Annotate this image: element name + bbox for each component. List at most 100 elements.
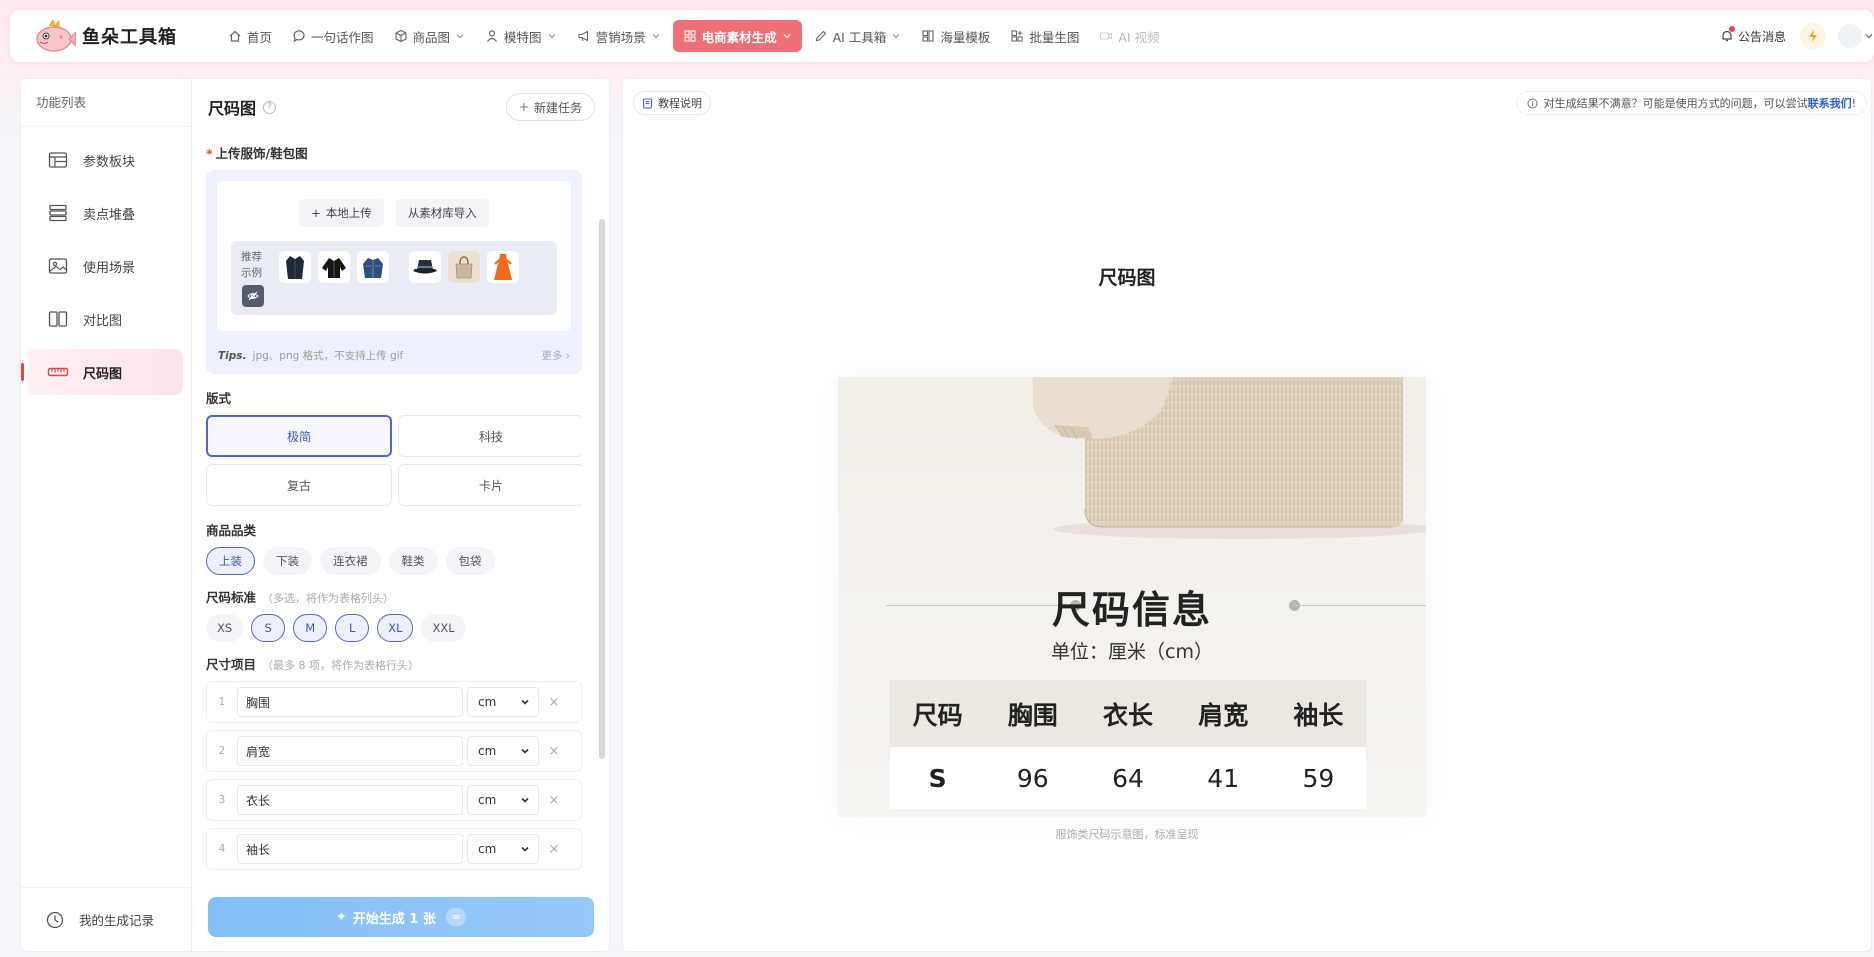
- chevron-down-icon[interactable]: [1864, 31, 1874, 41]
- sidebar-item-param-block[interactable]: 参数板块: [27, 137, 183, 183]
- feature-sidebar: 功能列表 参数板块 卖点堆叠 使用场景 对比图 尺码图 我的生成记录: [20, 78, 192, 952]
- style-options: 极简 科技 复古 卡片: [206, 415, 582, 506]
- dimension-index: 1: [218, 696, 226, 708]
- dimension-name-input[interactable]: 肩宽: [237, 736, 463, 766]
- ruler-icon: [47, 361, 69, 383]
- tutorial-label: 教程说明: [658, 97, 702, 110]
- upload-box[interactable]: + 本地上传 从素材库导入 推荐示例 Tips. jpg、png 格式，不支持上…: [206, 170, 582, 374]
- sidebar-item-size-chart[interactable]: 尺码图: [21, 349, 183, 395]
- image-icon: [47, 255, 69, 277]
- my-history-label: 我的生成记录: [79, 913, 155, 928]
- nav-ecommerce-material[interactable]: 电商素材生成: [672, 20, 802, 52]
- clock-icon: [45, 910, 65, 930]
- size-chip-m[interactable]: M: [293, 614, 328, 642]
- import-library-label: 从素材库导入: [407, 206, 477, 220]
- help-icon[interactable]: ?: [263, 100, 277, 114]
- category-chip-bags[interactable]: 包袋: [445, 547, 495, 575]
- nav-model-image[interactable]: 模特图: [477, 20, 565, 52]
- category-chip-tops[interactable]: 上装: [206, 547, 255, 575]
- category-chip-bottoms[interactable]: 下装: [263, 547, 312, 575]
- more-link[interactable]: 更多 ›: [541, 348, 570, 363]
- dimension-name-input[interactable]: 衣长: [237, 785, 463, 815]
- dimension-name-input[interactable]: 袖长: [237, 834, 463, 864]
- unit-select[interactable]: cm: [467, 736, 539, 766]
- style-option-retro[interactable]: 复古: [206, 464, 392, 506]
- nav-one-sentence[interactable]: 一句话作图: [284, 20, 382, 52]
- size-chip-xxl[interactable]: XXL: [421, 614, 466, 642]
- size-chip-l[interactable]: L: [335, 614, 370, 642]
- example-thumb-bag[interactable]: [448, 251, 480, 283]
- delete-icon[interactable]: ×: [539, 793, 569, 808]
- unit-select[interactable]: cm: [467, 687, 539, 717]
- tutorial-button[interactable]: 教程说明: [633, 91, 711, 115]
- style-option-tech[interactable]: 科技: [398, 415, 582, 457]
- new-task-button[interactable]: + 新建任务: [505, 93, 595, 121]
- nav-home[interactable]: 首页: [220, 20, 280, 52]
- table-header-cell: 衣长: [1103, 700, 1154, 730]
- size-chip-xs[interactable]: XS: [206, 614, 244, 642]
- chevron-down-icon: [520, 844, 530, 854]
- eye-off-icon: [247, 291, 259, 301]
- contact-us-link[interactable]: 联系我们: [1808, 95, 1852, 111]
- category-chip-shoes[interactable]: 鞋类: [388, 547, 438, 575]
- feedback-banner: 对生成结果不满意？可能是使用方式的问题，可以尝试 联系我们 !: [1515, 91, 1867, 115]
- sidebar-item-selling-points[interactable]: 卖点堆叠: [27, 190, 183, 236]
- example-thumb-jacket[interactable]: [318, 251, 350, 283]
- example-thumb-dress[interactable]: [487, 251, 519, 283]
- example-thumb-denim[interactable]: [357, 251, 389, 283]
- sidebar-item-compare[interactable]: 对比图: [27, 296, 183, 342]
- avatar[interactable]: [1838, 24, 1862, 48]
- sparkle-icon: ✦: [335, 909, 347, 925]
- nav-marketing-scene[interactable]: 营销场景: [569, 20, 669, 52]
- fish-logo-icon: [36, 19, 76, 52]
- hide-examples-button[interactable]: [242, 285, 264, 307]
- sidebar-item-label: 卖点堆叠: [83, 207, 136, 223]
- style-option-minimal[interactable]: 极简: [206, 415, 392, 457]
- table-header-cell: 尺码: [912, 700, 963, 730]
- brand-name: 鱼朵工具箱: [82, 27, 177, 48]
- unit-select[interactable]: cm: [467, 834, 539, 864]
- sidebar-item-usage-scene[interactable]: 使用场景: [27, 243, 183, 289]
- brand[interactable]: 鱼朵工具箱: [32, 17, 202, 55]
- example-thumb-hat[interactable]: [409, 251, 441, 283]
- size-chip-xl[interactable]: XL: [377, 614, 414, 642]
- upload-dropzone[interactable]: + 本地上传 从素材库导入 推荐示例: [217, 181, 571, 331]
- nav-model-image-label: 模特图: [504, 29, 542, 45]
- unit-select[interactable]: cm: [467, 785, 539, 815]
- style-option-card[interactable]: 卡片: [398, 464, 582, 506]
- example-thumb-coat[interactable]: [279, 251, 311, 283]
- size-standard-hint: （多选，将作为表格列头）: [262, 592, 395, 605]
- dimension-name-input[interactable]: 胸围: [237, 687, 463, 717]
- category-chip-dress[interactable]: 连衣裙: [320, 547, 381, 575]
- batch-icon: [1010, 29, 1024, 43]
- table-cell: S: [928, 763, 947, 793]
- nav-ai-toolbox[interactable]: AI 工具箱: [806, 20, 910, 52]
- nav-product-image[interactable]: 商品图: [386, 20, 474, 52]
- nav-ai-video[interactable]: AI 视频: [1091, 20, 1167, 52]
- notice-button[interactable]: 公告消息: [1720, 25, 1786, 45]
- import-library-button[interactable]: 从素材库导入: [395, 199, 489, 227]
- generate-button[interactable]: ✦ 开始生成 1 张 ∞: [208, 897, 594, 937]
- my-history-link[interactable]: 我的生成记录: [21, 887, 191, 951]
- size-chip-s[interactable]: S: [251, 614, 286, 642]
- nav-templates-label: 海量模板: [940, 29, 991, 45]
- nav-batch-generate[interactable]: 批量生图: [1002, 20, 1087, 52]
- notice-dot: [1728, 25, 1735, 32]
- right-divider: [1295, 605, 1426, 606]
- table-cell: 64: [1112, 763, 1144, 793]
- table-cell: 41: [1207, 763, 1240, 793]
- delete-icon[interactable]: ×: [539, 695, 569, 710]
- sidebar-item-label: 参数板块: [83, 154, 136, 170]
- delete-icon[interactable]: ×: [539, 842, 569, 857]
- panel-scrollbar[interactable]: [599, 219, 605, 759]
- lightning-button[interactable]: [1800, 23, 1826, 49]
- local-upload-button[interactable]: + 本地上传: [299, 199, 384, 227]
- table-cell: 96: [1016, 763, 1049, 793]
- nav-templates[interactable]: 海量模板: [913, 20, 998, 52]
- size-info-title: 尺码信息: [1051, 588, 1212, 632]
- size-chart-result[interactable]: 尺码信息 单位：厘米（cm） 尺码 胸围 衣长 肩宽 袖长 S 96 64 41…: [838, 377, 1426, 817]
- sweater-image: [1033, 377, 1426, 539]
- upload-tips: Tips. jpg、png 格式，不支持上传 gif: [218, 348, 403, 363]
- delete-icon[interactable]: ×: [539, 744, 569, 759]
- unit-value: cm: [478, 842, 497, 856]
